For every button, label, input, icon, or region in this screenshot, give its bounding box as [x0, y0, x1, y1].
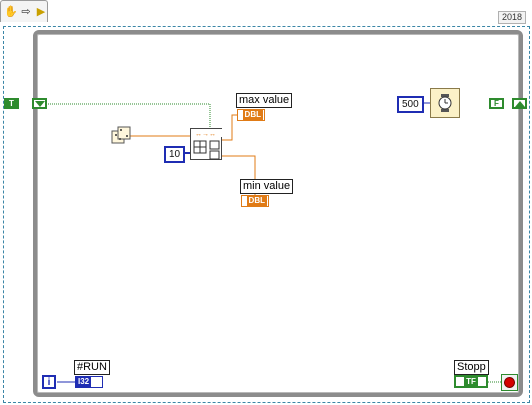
min-value-label: min value: [240, 179, 294, 194]
chevron-down-icon: [34, 100, 45, 107]
array-size-constant[interactable]: 10: [164, 146, 186, 163]
stop-control[interactable]: TF: [454, 375, 488, 388]
watch-icon: [438, 94, 452, 112]
stop-label: Stopp: [454, 360, 489, 375]
wait-ms-node[interactable]: [430, 88, 460, 118]
tf-type: TF: [464, 377, 478, 386]
max-value-indicator[interactable]: DBL: [237, 109, 265, 121]
array-max-min-icon: ↔→↔: [191, 129, 223, 160]
dice-icon[interactable]: [110, 125, 132, 147]
iteration-terminal[interactable]: i: [42, 375, 56, 389]
shift-register-left[interactable]: [32, 98, 47, 109]
stop-sign-icon: [504, 377, 515, 388]
wait-ms-constant[interactable]: 500: [397, 96, 424, 113]
loop-condition-terminal[interactable]: [501, 374, 518, 391]
dbl-type: DBL: [242, 110, 263, 120]
right-tunnel-bool-constant[interactable]: F: [489, 98, 504, 109]
min-value-indicator[interactable]: DBL: [241, 195, 269, 207]
left-tunnel-bool-constant[interactable]: T: [4, 98, 19, 109]
svg-text:↔→↔: ↔→↔: [195, 131, 216, 138]
run-indicator[interactable]: I32: [75, 376, 103, 388]
i32-type: I32: [76, 377, 92, 387]
max-value-label: max value: [236, 93, 293, 108]
chevron-up-icon: [514, 100, 525, 107]
run-label: #RUN: [74, 360, 110, 375]
array-max-min-node[interactable]: ↔→↔: [190, 128, 223, 160]
dbl-type: DBL: [246, 196, 267, 206]
shift-register-right[interactable]: [512, 98, 527, 109]
